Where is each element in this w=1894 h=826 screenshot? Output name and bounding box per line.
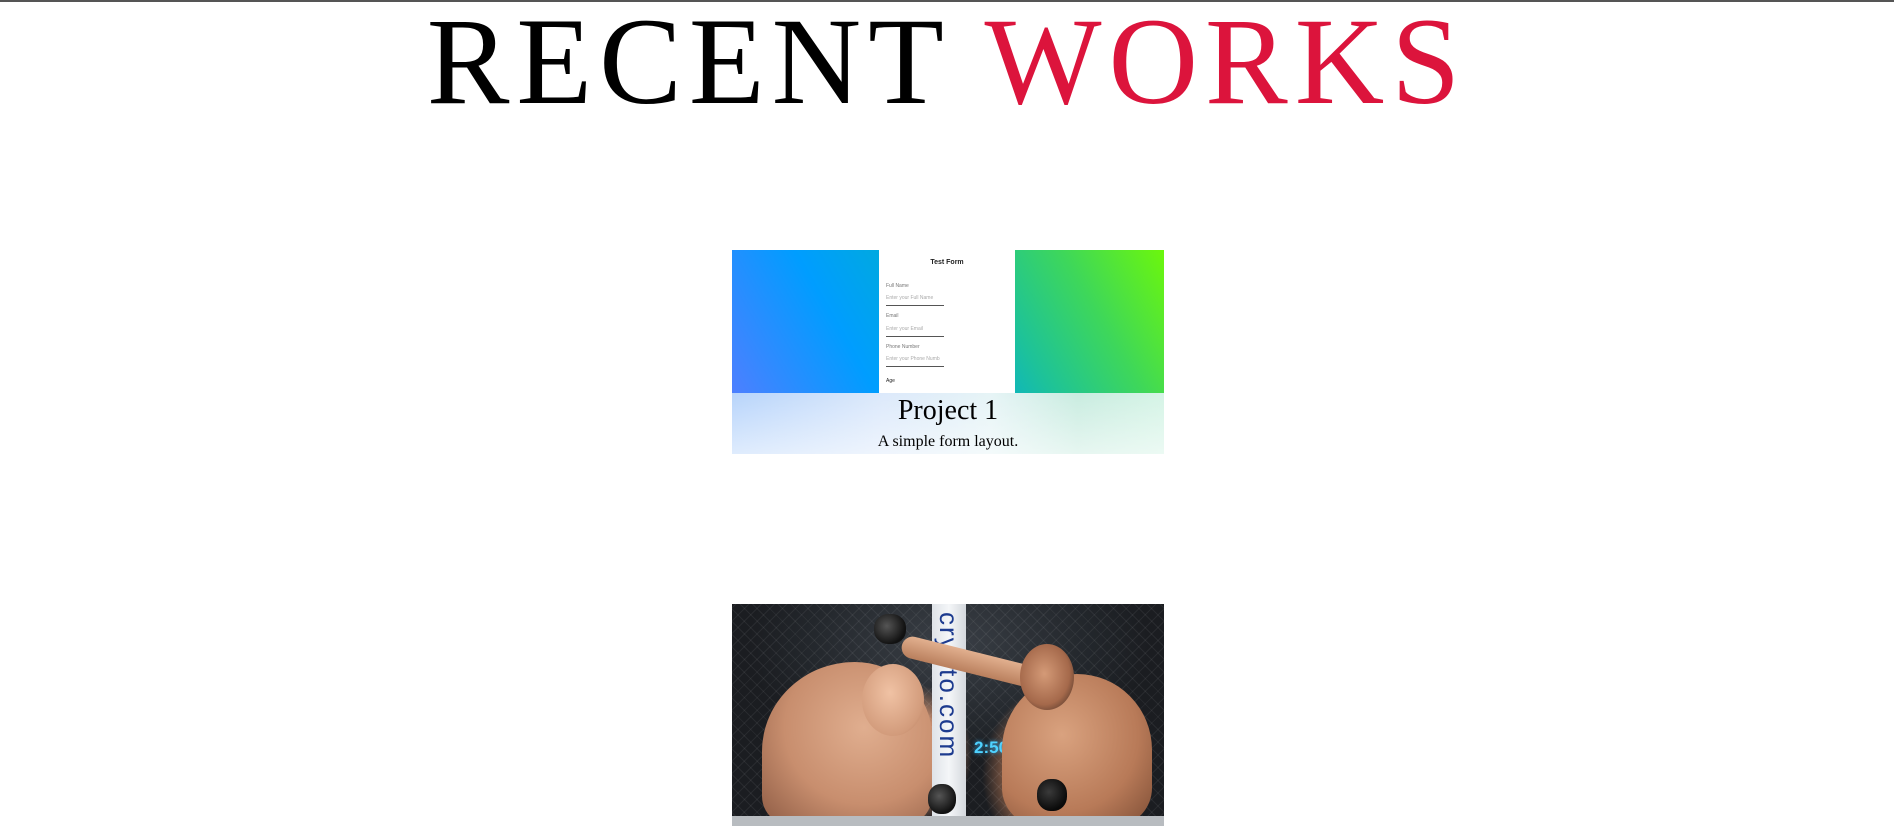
- form-preview-label: Full Name: [886, 283, 909, 289]
- form-preview-label: Phone Number: [886, 344, 920, 350]
- form-preview: Test Form Full Name Enter your Full Name…: [879, 250, 1015, 393]
- glove-icon: [874, 614, 906, 644]
- project-card-1[interactable]: Test Form Full Name Enter your Full Name…: [732, 250, 1164, 454]
- fighter-left-head: [862, 664, 924, 736]
- form-preview-label: Email: [886, 313, 899, 319]
- form-preview-placeholder: Enter your Email: [886, 326, 923, 332]
- glove-icon: [1037, 779, 1067, 811]
- project-title: Project 1: [897, 395, 999, 426]
- form-preview-underline: [886, 336, 944, 337]
- project-description: A simple form layout.: [877, 433, 1019, 450]
- form-preview-underline: [886, 366, 944, 367]
- form-preview-title: Test Form: [930, 259, 964, 266]
- project-1-thumbnail[interactable]: Test Form Full Name Enter your Full Name…: [732, 250, 1164, 393]
- project-card-2[interactable]: crypto.com 2:50: [732, 604, 1164, 826]
- section-title-accent: WORKS: [984, 0, 1468, 130]
- section-title-part1: RECENT: [426, 0, 949, 130]
- fighter-right-head: [1020, 644, 1074, 710]
- project-1-caption: Project 1 A simple form layout.: [732, 393, 1164, 454]
- form-preview-placeholder: Enter your Full Name: [886, 295, 934, 301]
- project-2-thumbnail[interactable]: crypto.com 2:50: [732, 604, 1164, 826]
- form-preview-underline: [886, 305, 944, 306]
- form-preview-placeholder: Enter your Phone Numb: [886, 356, 940, 362]
- canvas-floor: [732, 816, 1164, 826]
- section-title: RECENT WORKS: [0, 0, 1894, 124]
- glove-icon: [928, 784, 956, 814]
- form-preview-label: Age: [886, 378, 895, 384]
